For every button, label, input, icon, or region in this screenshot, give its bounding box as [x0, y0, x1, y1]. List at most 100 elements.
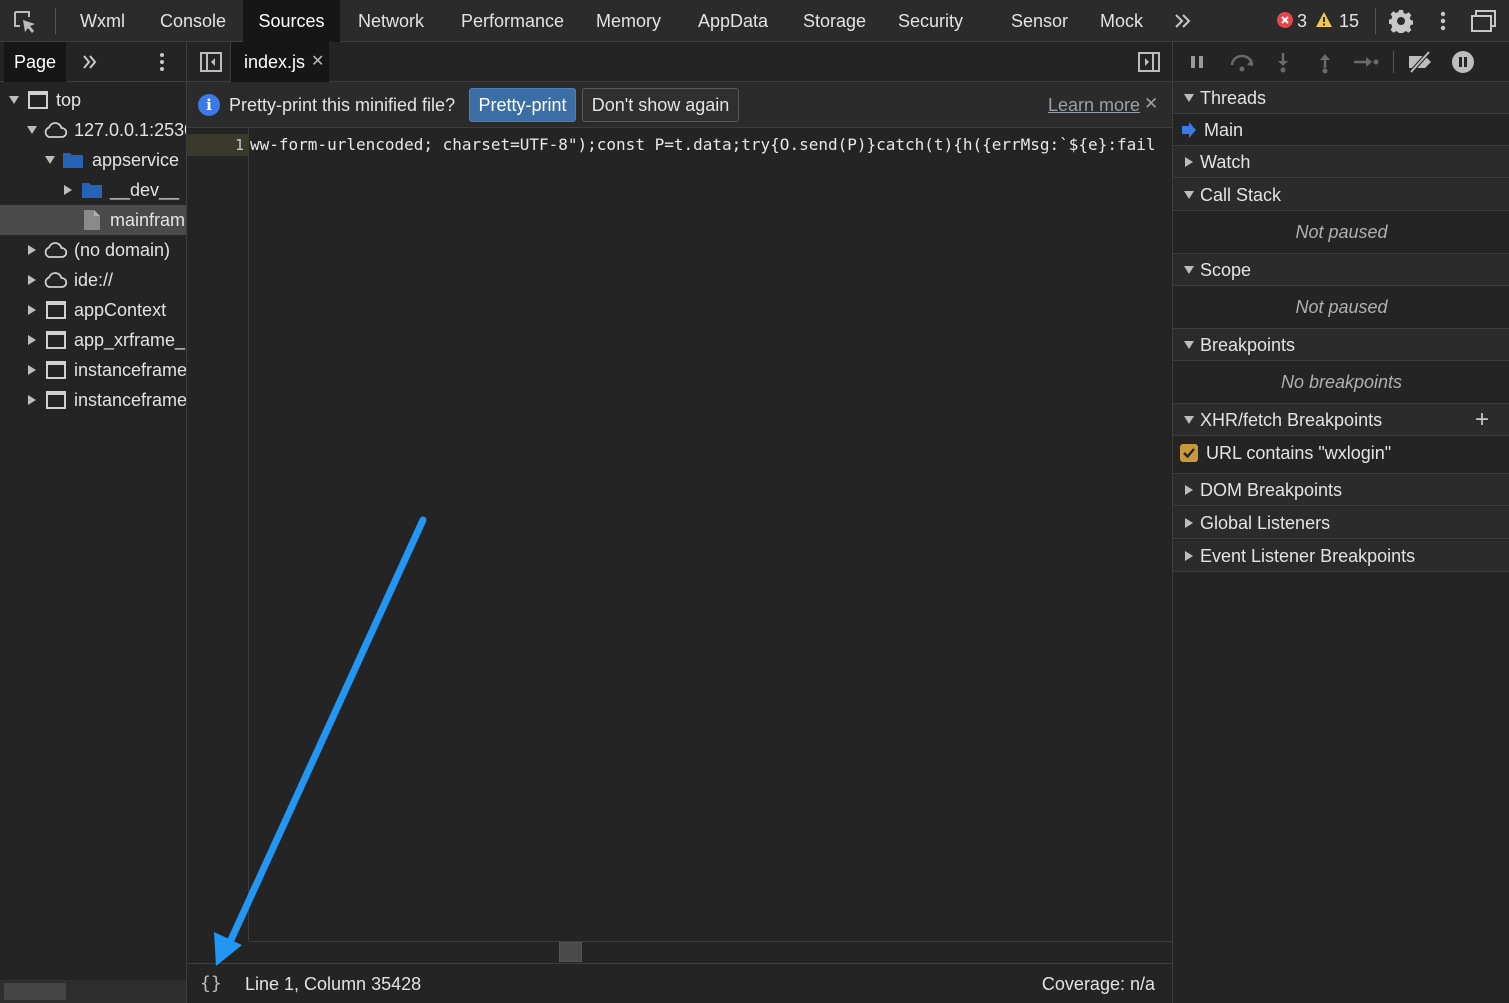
- xhr-breakpoint-checkbox[interactable]: [1180, 444, 1198, 462]
- tab-mock[interactable]: Mock: [1100, 0, 1143, 42]
- expanded-triangle-icon[interactable]: [8, 94, 20, 106]
- tree-item-ide[interactable]: ide://: [0, 265, 186, 295]
- tree-item-instanceframe[interactable]: instanceframe: [0, 355, 186, 385]
- tab-storage[interactable]: Storage: [803, 0, 866, 42]
- section-threads[interactable]: Threads: [1173, 82, 1509, 114]
- expanded-triangle-icon[interactable]: [1183, 264, 1195, 276]
- section-scope[interactable]: Scope: [1173, 254, 1509, 286]
- tab-network[interactable]: Network: [358, 0, 424, 42]
- file-tab-index-js[interactable]: index.js ✕: [231, 42, 329, 82]
- scrollbar-thumb[interactable]: [4, 983, 66, 1000]
- pause-on-exceptions-icon[interactable]: [1451, 50, 1475, 74]
- close-icon[interactable]: ✕: [1144, 82, 1158, 126]
- tree-item-app-xrframe[interactable]: app_xrframe_r: [0, 325, 186, 355]
- scrollbar-thumb[interactable]: [559, 942, 582, 962]
- collapsed-triangle-icon[interactable]: [26, 304, 38, 316]
- kebab-menu-icon[interactable]: [152, 50, 172, 74]
- tree-item-appservice[interactable]: appservice: [0, 145, 186, 175]
- tree-item-label: top: [56, 90, 82, 110]
- tab-wxml[interactable]: Wxml: [80, 0, 125, 42]
- code-line[interactable]: ww-form-urlencoded; charset=UTF-8");cons…: [250, 134, 1155, 156]
- editor-horizontal-scrollbar[interactable]: [249, 941, 1172, 963]
- collapsed-triangle-icon[interactable]: [1183, 156, 1195, 168]
- tree-item-no-domain[interactable]: (no domain): [0, 235, 186, 265]
- tree-item-label: (no domain): [74, 240, 171, 260]
- collapsed-triangle-icon[interactable]: [26, 364, 38, 376]
- step-out-icon[interactable]: [1313, 50, 1337, 74]
- close-icon[interactable]: ✕: [311, 42, 324, 82]
- code-area[interactable]: 1 ww-form-urlencoded; charset=UTF-8");co…: [187, 128, 1172, 941]
- inspect-element-icon[interactable]: [12, 9, 38, 35]
- section-breakpoints[interactable]: Breakpoints: [1173, 329, 1509, 361]
- add-xhr-breakpoint-icon[interactable]: +: [1475, 404, 1489, 436]
- learn-more-link[interactable]: Learn more: [1048, 82, 1140, 128]
- collapsed-triangle-icon[interactable]: [26, 394, 38, 406]
- kebab-menu-icon[interactable]: [1433, 9, 1453, 33]
- tree-item-label: mainfram: [110, 210, 186, 230]
- thread-main[interactable]: Main: [1204, 114, 1243, 146]
- expanded-triangle-icon[interactable]: [1183, 92, 1195, 104]
- tree-item-appcontext[interactable]: appContext: [0, 295, 186, 325]
- file-tab-label: index.js: [244, 52, 306, 72]
- tree-item-dev[interactable]: __dev__: [0, 175, 186, 205]
- tree-item-mainframe[interactable]: mainfram: [0, 205, 186, 235]
- expanded-triangle-icon[interactable]: [1183, 414, 1195, 426]
- collapsed-triangle-icon[interactable]: [26, 334, 38, 346]
- warning-icon[interactable]: [1315, 11, 1333, 29]
- tab-appdata[interactable]: AppData: [698, 0, 768, 42]
- section-event-listener-breakpoints[interactable]: Event Listener Breakpoints: [1173, 540, 1509, 572]
- expanded-triangle-icon[interactable]: [1183, 339, 1195, 351]
- toggle-debugger-icon[interactable]: [1137, 51, 1161, 73]
- toggle-navigator-icon[interactable]: [199, 51, 223, 73]
- cursor-position: Line 1, Column 35428: [245, 974, 422, 994]
- tab-performance[interactable]: Performance: [461, 0, 564, 42]
- section-global-listeners[interactable]: Global Listeners: [1173, 507, 1509, 539]
- tree-item-label: __dev__: [110, 180, 180, 200]
- cloud-icon: [44, 272, 68, 288]
- error-icon[interactable]: [1277, 12, 1293, 28]
- collapsed-triangle-icon[interactable]: [62, 184, 74, 196]
- navigator-horizontal-scrollbar[interactable]: [0, 980, 186, 1003]
- tab-sensor[interactable]: Sensor: [1011, 0, 1068, 42]
- warning-count[interactable]: 15: [1339, 0, 1359, 42]
- step-over-icon[interactable]: [1227, 50, 1257, 74]
- tree-item-label: appContext: [74, 300, 167, 320]
- step-icon[interactable]: [1351, 50, 1379, 74]
- step-into-icon[interactable]: [1271, 50, 1295, 74]
- pretty-print-button[interactable]: Pretty-print: [469, 88, 576, 122]
- collapsed-triangle-icon[interactable]: [26, 244, 38, 256]
- section-watch[interactable]: Watch: [1173, 146, 1509, 178]
- section-dom-breakpoints[interactable]: DOM Breakpoints: [1173, 474, 1509, 506]
- call-stack-body: Not paused: [1173, 211, 1509, 254]
- tab-security[interactable]: Security: [898, 0, 963, 42]
- section-call-stack[interactable]: Call Stack: [1173, 179, 1509, 211]
- deactivate-breakpoints-icon[interactable]: [1405, 50, 1435, 74]
- collapsed-triangle-icon[interactable]: [1183, 484, 1195, 496]
- undock-icon[interactable]: [1470, 8, 1498, 34]
- section-xhr-fetch-breakpoints[interactable]: XHR/fetch Breakpoints +: [1173, 404, 1509, 436]
- tab-sources[interactable]: Sources: [243, 0, 340, 42]
- dont-show-again-button[interactable]: Don't show again: [582, 88, 739, 122]
- line-number[interactable]: 1: [187, 134, 244, 156]
- expanded-triangle-icon[interactable]: [44, 154, 56, 166]
- info-icon: i: [198, 94, 220, 116]
- pause-icon[interactable]: [1185, 50, 1209, 74]
- pretty-print-toggle-icon[interactable]: {}: [200, 964, 222, 1003]
- expanded-triangle-icon[interactable]: [1183, 189, 1195, 201]
- xhr-breakpoint-label[interactable]: URL contains "wxlogin": [1206, 436, 1391, 470]
- collapsed-triangle-icon[interactable]: [1183, 550, 1195, 562]
- expanded-triangle-icon[interactable]: [26, 124, 38, 136]
- settings-gear-icon[interactable]: [1389, 9, 1413, 33]
- tree-item-instanceframe[interactable]: instanceframe: [0, 385, 186, 415]
- more-tabs-icon[interactable]: [1172, 9, 1194, 33]
- line-gutter[interactable]: 1: [187, 128, 249, 941]
- error-count[interactable]: 3: [1297, 0, 1307, 42]
- tab-page[interactable]: Page: [4, 42, 66, 82]
- tree-item-top[interactable]: top: [0, 85, 186, 115]
- more-tabs-icon[interactable]: [80, 52, 100, 72]
- collapsed-triangle-icon[interactable]: [1183, 517, 1195, 529]
- tab-memory[interactable]: Memory: [596, 0, 661, 42]
- collapsed-triangle-icon[interactable]: [26, 274, 38, 286]
- tree-item-host[interactable]: 127.0.0.1:2530: [0, 115, 186, 145]
- tab-console[interactable]: Console: [160, 0, 226, 42]
